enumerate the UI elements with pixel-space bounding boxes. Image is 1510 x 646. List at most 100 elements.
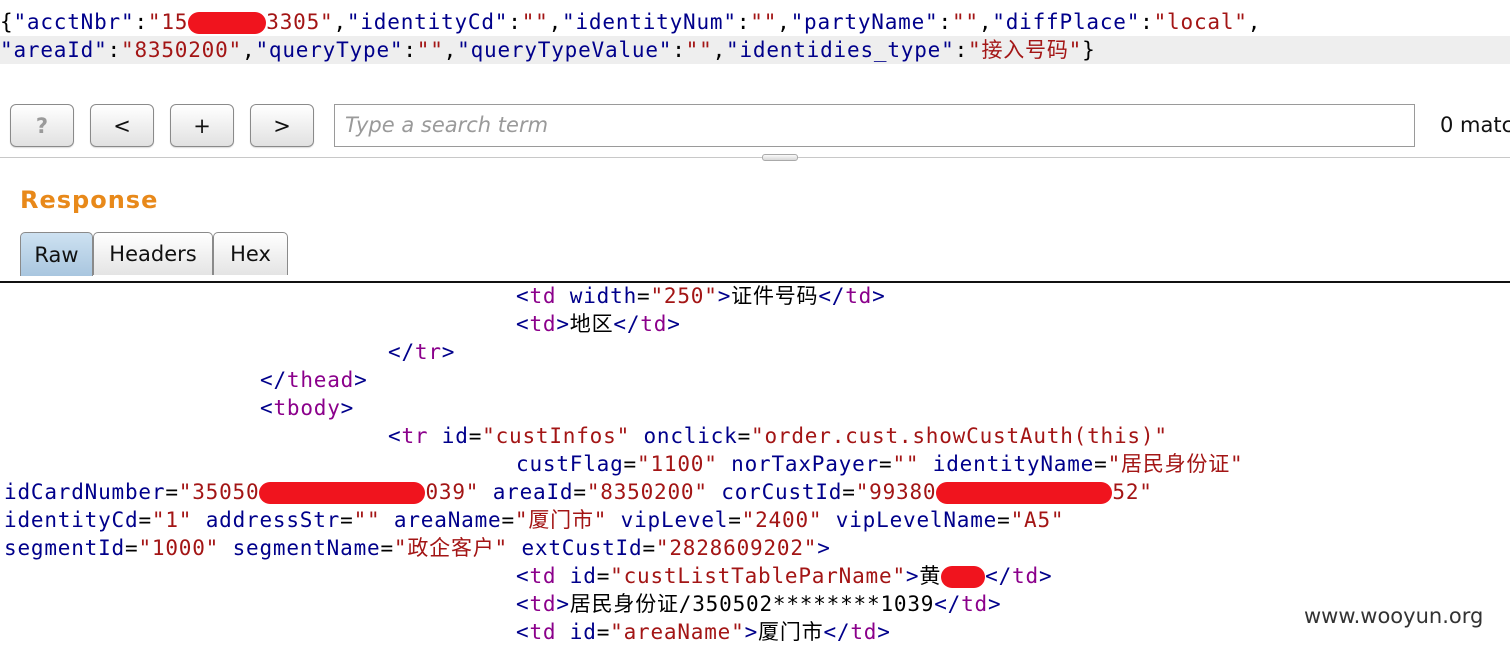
code-token: > [872,284,886,308]
code-token: < [516,312,530,336]
request-body-line-2[interactable]: "areaId":"8350200","queryType":"","query… [0,36,1510,64]
code-token: td [640,312,668,336]
code-token: "" [521,10,549,34]
tab-headers[interactable]: Headers [93,232,213,275]
code-token: 地区 [569,312,614,336]
code-token: < [516,564,530,588]
code-token: td [529,592,557,616]
code-token: = [842,480,856,504]
pane-divider [0,157,1510,158]
search-input[interactable]: Type a search term [334,104,1415,147]
code-token: = [1094,452,1108,476]
code-token: , [548,10,563,34]
code-token: td [529,284,557,308]
code-token: </ [934,592,962,616]
code-token: "identityNum" [562,10,737,34]
code-line: segmentId="1000" segmentName="政企客户" extC… [4,534,831,562]
code-token: onclick [643,424,738,448]
code-token: , [712,38,727,62]
code-token: > [556,312,570,336]
code-token: > [744,620,759,644]
response-title: Response [20,186,159,214]
split-drag-handle[interactable] [762,154,798,161]
code-token: vipLevelName [835,508,998,532]
code-line: <td>地区</td> [516,310,681,338]
code-token: tr [414,340,442,364]
code-line: <td id="custListTableParName">黄 </td> [516,562,1052,590]
code-token: 3305" [266,10,334,34]
code-token: 黄 [919,564,942,588]
code-token: areaName [393,508,502,532]
previous-match-button[interactable]: < [90,104,154,147]
code-token: < [388,424,402,448]
code-token: "identidies_type" [726,38,955,62]
tab-raw[interactable]: Raw [20,232,93,276]
code-token: = [468,424,483,448]
code-token: tbody [273,396,341,420]
code-token: "areaName" [610,620,745,644]
code-token: </ [818,284,846,308]
match-count: 0 matc [1440,113,1510,137]
code-token: idCardNumber [4,480,166,504]
code-token: </ [260,368,287,392]
code-token: = [138,508,152,532]
next-match-button[interactable]: > [250,104,314,147]
code-token: "8350200" [586,480,708,504]
code-token: , [443,38,458,62]
code-token: : [403,38,417,62]
code-token: = [573,480,587,504]
code-token: td [1012,564,1039,588]
code-token: = [623,452,637,476]
code-token: "" [951,10,979,34]
code-token: > [988,592,1002,616]
code-token: "8350200" [121,38,242,62]
code-token: 039" [425,480,480,504]
code-token: = [125,536,139,560]
code-token: "" [892,452,920,476]
code-token: </ [613,312,641,336]
code-token: = [997,508,1011,532]
tab-hex[interactable]: Hex [213,232,288,275]
code-token: > [354,368,368,392]
code-line: <td>居民身份证/350502********1039</td> [516,590,1001,618]
code-token: "2400" [741,508,823,532]
help-button[interactable]: ? [10,104,74,147]
request-body-line-1[interactable]: {"acctNbr":"15 3305","identityCd":"","ide… [0,8,1261,36]
code-token: td [529,564,557,588]
code-token: = [596,620,611,644]
code-token: 居民身份证/350502********1039 [569,592,935,616]
code-token: "" [750,10,778,34]
code-token: </ [985,564,1013,588]
code-token: , [333,10,347,34]
code-token: = [879,452,893,476]
code-token: td [529,312,557,336]
add-button[interactable]: + [170,104,234,147]
code-token: addressStr [205,508,341,532]
code-token: "" [353,508,381,532]
code-token: "厦门市" [514,508,608,532]
code-token: : [1140,10,1154,34]
code-token: "1100" [637,452,718,476]
code-token: "areaId" [0,38,108,62]
code-token: "2828609202" [655,536,818,560]
code-token: identityCd [4,508,139,532]
code-token: = [728,508,742,532]
code-token: areaId [492,480,574,504]
code-token: identityName [932,452,1095,476]
code-token: : [938,10,952,34]
code-token: td [961,592,988,616]
code-token: 厦门市 [758,620,824,644]
code-token: width [569,284,638,308]
code-token: "diffPlace" [992,10,1141,34]
code-line: <td width="250">证件号码</td> [516,282,886,310]
code-line: <tr id="custInfos" onclick="order.cust.s… [388,422,1168,450]
code-token: , [1247,10,1262,34]
code-token: > [667,312,681,336]
code-token: "1" [151,508,193,532]
